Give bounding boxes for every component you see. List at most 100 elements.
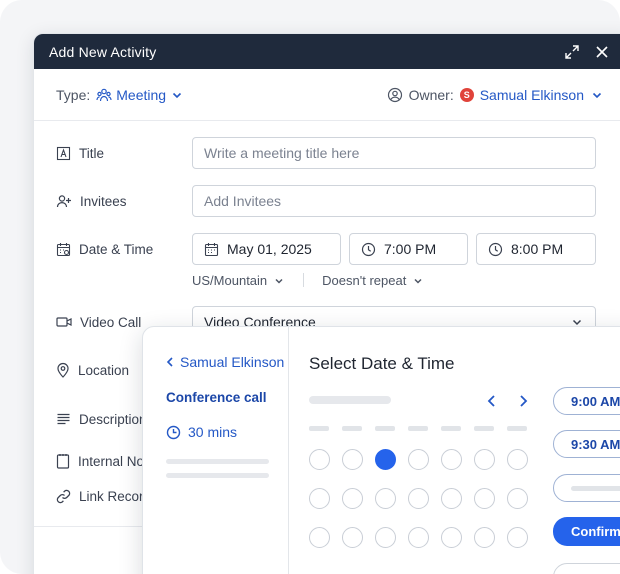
type-value: Meeting (116, 86, 167, 103)
weekday-placeholder (375, 426, 395, 431)
type-owner-row: Type: Meeting Owner: S Samual Elkinson (34, 69, 620, 121)
calendar-day[interactable] (474, 488, 495, 509)
clock-icon (361, 242, 376, 256)
description-label-group: Description (56, 412, 147, 427)
calendar-day[interactable] (375, 527, 396, 548)
calendar-day[interactable] (507, 488, 528, 509)
invitees-input[interactable]: Add Invitees (192, 185, 596, 217)
placeholder-line (166, 459, 269, 464)
expand-icon[interactable] (557, 34, 587, 69)
end-time-value: 8:00 PM (511, 241, 564, 257)
start-time-value: 7:00 PM (384, 241, 437, 257)
description-label: Description (79, 411, 147, 427)
calendar-day[interactable] (474, 527, 495, 548)
datetime-options: US/Mountain Doesn't repeat (192, 273, 424, 288)
weekday-placeholder (474, 426, 494, 431)
modal-title: Add New Activity (49, 43, 157, 60)
internal-notes-label: Internal No (78, 453, 145, 469)
calendar-day[interactable] (309, 449, 330, 470)
calendar-day[interactable] (441, 527, 462, 548)
date-value: May 01, 2025 (227, 241, 312, 257)
weekday-placeholder (441, 426, 461, 431)
scheduler-sidebar: Samual Elkinson Conference call 30 mins (143, 327, 289, 574)
calendar-day[interactable] (342, 449, 363, 470)
date-input[interactable]: May 01, 2025 (192, 233, 341, 265)
end-time-input[interactable]: 8:00 PM (476, 233, 596, 265)
time-slot-placeholder[interactable] (553, 563, 620, 574)
time-slot-placeholder[interactable] (553, 474, 620, 502)
chevron-down-icon (592, 92, 602, 98)
divider (303, 273, 305, 287)
calendar-day[interactable] (474, 449, 495, 470)
prev-month-button[interactable] (482, 391, 502, 411)
title-row: Title Write a meeting title here (34, 136, 620, 170)
calendar-day[interactable] (441, 449, 462, 470)
scheduler-title: Select Date & Time (309, 354, 455, 373)
link-records-label: Link Recor (79, 488, 144, 504)
map-pin-icon (57, 362, 69, 378)
calendar-day[interactable] (309, 527, 330, 548)
duration: 30 mins (166, 424, 237, 440)
chevron-down-icon (275, 278, 283, 284)
title-label: Title (79, 145, 105, 161)
chevron-left-icon (166, 357, 173, 367)
location-label-group: Location (56, 362, 129, 378)
confirm-button[interactable]: Confirm (553, 517, 620, 546)
people-icon (96, 88, 112, 101)
weekday-placeholder (342, 426, 362, 431)
chevron-down-icon (414, 278, 422, 284)
calendar-day[interactable] (441, 488, 462, 509)
weekday-placeholder (309, 426, 329, 431)
owner-section: Owner: S Samual Elkinson (387, 87, 604, 103)
datetime-row: Date & Time May 01, 2025 7:00 PM 8:00 PM (34, 232, 620, 266)
slot-placeholder-line (571, 485, 620, 491)
calendar-icon (204, 242, 219, 256)
calendar-day-selected[interactable] (375, 449, 396, 470)
type-label: Type: (56, 86, 91, 103)
calendar-day[interactable] (342, 527, 363, 548)
owner-avatar: S (459, 87, 474, 102)
location-label: Location (78, 362, 130, 378)
notepad-icon (56, 454, 70, 469)
event-name: Conference call (166, 390, 267, 405)
title-input[interactable]: Write a meeting title here (192, 137, 596, 169)
close-icon[interactable] (587, 34, 617, 69)
calendar-day[interactable] (408, 527, 429, 548)
user-plus-icon (56, 194, 71, 207)
time-slot[interactable]: 9:00 AM (553, 387, 620, 415)
owner-name: Samual Elkinson (479, 86, 584, 103)
time-slot[interactable]: 9:30 AM (553, 430, 620, 458)
type-dropdown[interactable]: Meeting (96, 87, 184, 103)
calendar-day[interactable] (507, 449, 528, 470)
calendar-clock-icon (56, 242, 71, 256)
calendar-day[interactable] (507, 527, 528, 548)
calendar-day[interactable] (408, 449, 429, 470)
owner-dropdown[interactable]: Samual Elkinson (480, 87, 604, 103)
calendar-day[interactable] (408, 488, 429, 509)
back-link[interactable]: Samual Elkinson (165, 354, 284, 370)
scheduler-popup: Samual Elkinson Conference call 30 mins … (142, 326, 620, 574)
next-month-button[interactable] (513, 391, 533, 411)
clock-icon (488, 242, 503, 256)
placeholder-line (166, 473, 269, 478)
user-circle-icon (387, 87, 402, 102)
link-icon (56, 489, 71, 503)
invitees-row: Invitees Add Invitees (34, 184, 620, 218)
calendar-day[interactable] (309, 488, 330, 509)
video-camera-icon (56, 317, 72, 327)
owner-label: Owner: (408, 86, 454, 103)
calendar-day[interactable] (375, 488, 396, 509)
start-time-input[interactable]: 7:00 PM (349, 233, 468, 265)
text-lines-icon (57, 413, 70, 425)
link-records-label-group: Link Recor (56, 489, 144, 504)
weekday-placeholder (408, 426, 428, 431)
timezone-dropdown[interactable]: US/Mountain (192, 273, 285, 288)
duration-value: 30 mins (188, 424, 238, 440)
calendar-day[interactable] (342, 488, 363, 509)
month-placeholder (309, 396, 391, 404)
video-call-label: Video Call (80, 314, 142, 330)
internal-notes-label-group: Internal No (56, 453, 144, 469)
chevron-left-icon (487, 395, 495, 407)
modal-header: Add New Activity (34, 34, 620, 69)
repeat-dropdown[interactable]: Doesn't repeat (322, 273, 424, 288)
